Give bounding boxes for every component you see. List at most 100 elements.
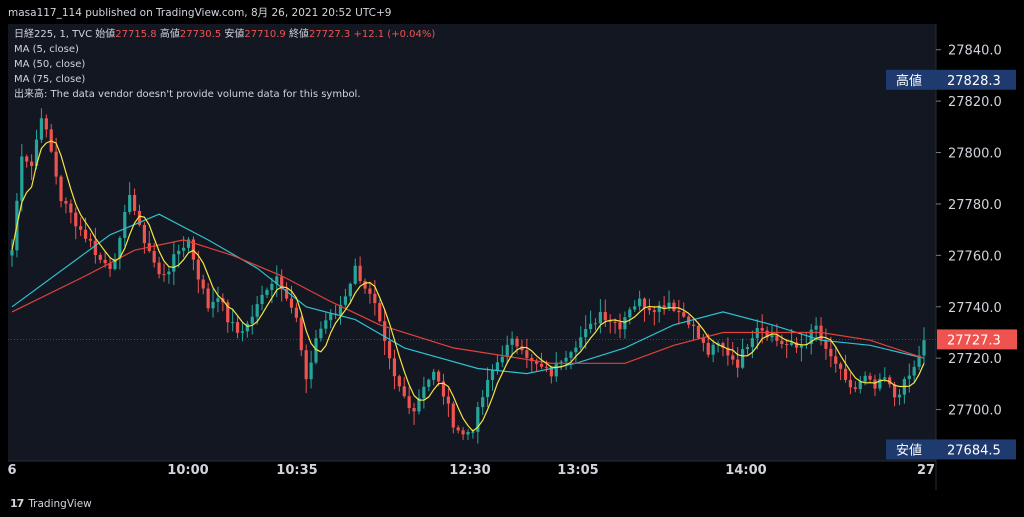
candle-body <box>505 344 509 357</box>
candle-body <box>618 322 622 330</box>
candle-body <box>20 156 24 201</box>
candle-body <box>10 250 14 256</box>
candle-body <box>647 307 652 311</box>
high-value: 27730.5 <box>179 29 222 40</box>
x-tick-label: 12:30 <box>449 463 490 478</box>
candle-body <box>603 311 607 321</box>
candle-body <box>598 311 602 324</box>
candle-body <box>343 296 348 305</box>
candle-body <box>588 323 593 330</box>
volume-legend: 出来高: The data vendor doesn't provide vol… <box>14 89 361 100</box>
candle-body <box>54 151 58 177</box>
candle-body <box>397 376 401 387</box>
candle-body <box>260 294 264 305</box>
candle-body <box>633 306 637 310</box>
candle-body <box>309 362 313 380</box>
close-label: 終値 <box>288 29 309 40</box>
y-tick-label: 27800.0 <box>948 147 1002 162</box>
candle-body <box>172 254 176 272</box>
candle-body <box>324 320 328 329</box>
candle-body <box>515 338 519 347</box>
symbol-label[interactable]: 日経225, 1, TVC <box>14 29 92 40</box>
candle-body <box>255 304 259 317</box>
candle-body <box>422 386 426 399</box>
candle-body <box>83 229 88 239</box>
candle-body <box>378 303 382 322</box>
candle-body <box>481 397 485 408</box>
candle-body <box>740 349 745 368</box>
candle-body <box>196 259 200 280</box>
candle-body <box>446 396 450 404</box>
candle-body <box>883 377 887 379</box>
candle-body <box>848 379 853 388</box>
candle-body <box>142 224 146 244</box>
candle-body <box>564 357 568 362</box>
candle-body <box>407 396 411 409</box>
y-tick-label: 27840.0 <box>948 44 1002 59</box>
candle-body <box>177 250 181 255</box>
candle-body <box>868 375 872 380</box>
y-tick-label: 27700.0 <box>948 404 1002 419</box>
candle-body <box>270 283 274 290</box>
candle-body <box>103 259 107 264</box>
candle-body <box>839 363 843 369</box>
candle-body <box>814 325 818 330</box>
candle-body <box>579 337 583 348</box>
candle-body <box>466 432 470 435</box>
x-tick-label: 10:35 <box>276 463 317 478</box>
candle-body <box>299 317 303 351</box>
candle-body <box>387 340 392 359</box>
candle-body <box>912 366 916 376</box>
candle-body <box>907 375 911 380</box>
candle-body <box>250 316 254 324</box>
candle-body <box>790 342 794 345</box>
candle-body <box>451 403 455 428</box>
ma75-legend[interactable]: MA (75, close) <box>14 72 435 87</box>
candle-body <box>201 279 205 289</box>
price-marker-label: 安値 <box>896 442 922 458</box>
candle-body <box>652 310 656 312</box>
y-tick-label: 27720.0 <box>948 352 1002 367</box>
ma5-legend[interactable]: MA (5, close) <box>14 42 435 57</box>
candle-body <box>785 344 789 346</box>
candle-body <box>628 309 632 318</box>
candle-body <box>745 347 750 350</box>
change-value: +12.1 (+0.04%) <box>353 29 436 40</box>
candle-body <box>128 194 132 212</box>
price-marker-value: 27828.3 <box>947 74 1001 89</box>
candle-body <box>182 247 186 251</box>
open-value: 27715.8 <box>115 29 157 40</box>
candle-body <box>559 361 563 363</box>
candle-body <box>760 327 764 331</box>
candle-body <box>843 368 848 380</box>
candle-body <box>93 240 97 256</box>
candle-body <box>750 338 754 348</box>
candle-body <box>368 288 372 294</box>
candle-body <box>500 356 504 363</box>
candle-body <box>672 302 676 311</box>
candle-body <box>289 298 294 308</box>
ma50-legend[interactable]: MA (50, close) <box>14 57 435 72</box>
candle-body <box>79 226 83 230</box>
y-tick-label: 27780.0 <box>948 198 1002 213</box>
candle-body <box>39 118 44 140</box>
candle-body <box>329 313 333 321</box>
candle-body <box>584 329 588 338</box>
candle-body <box>25 156 29 162</box>
candle-body <box>731 355 735 360</box>
candle-body <box>152 251 156 263</box>
candle-body <box>373 293 377 304</box>
x-tick-label: 6 <box>7 463 16 478</box>
candle-body <box>294 307 298 318</box>
high-label: 高値 <box>159 29 180 40</box>
candle-body <box>235 322 240 333</box>
candle-body <box>319 328 323 339</box>
candle-body <box>353 265 357 284</box>
candle-body <box>642 298 647 308</box>
x-tick-label: 27 <box>917 463 935 478</box>
x-tick-label: 13:05 <box>557 463 598 478</box>
candle-body <box>858 381 862 390</box>
candle-body <box>623 317 627 330</box>
candle-body <box>544 366 549 368</box>
candle-body <box>348 283 352 297</box>
